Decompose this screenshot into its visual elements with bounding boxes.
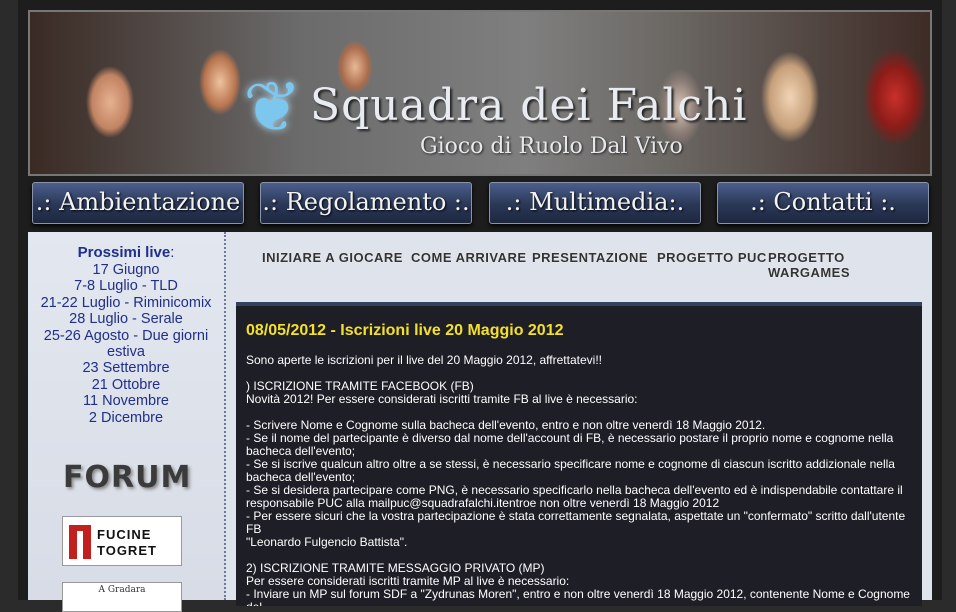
- sponsor-gradara-logo[interactable]: A Gradara: [62, 582, 182, 612]
- upcoming-live-heading: Prossimi live:: [28, 244, 224, 261]
- sub-nav: INIZIARE A GIOCARE COME ARRIVARE PRESENT…: [258, 250, 918, 280]
- nav-ambientazione[interactable]: .: Ambientazione :.: [32, 182, 244, 254]
- live-item: 23 Settembre: [82, 360, 170, 377]
- content-area: Prossimi live: 17 Giugno 7-8 Luglio - TL…: [28, 232, 932, 612]
- news-intro: Sono aperte le iscrizioni per il live de…: [246, 353, 602, 367]
- live-item: 21-22 Luglio - Riminicomix: [40, 294, 212, 311]
- fb-items: - Scrivere Nome e Cognome sulla bacheca …: [246, 419, 916, 549]
- banner-title: Squadra dei Falchi: [310, 80, 748, 131]
- banner-subtitle: Gioco di Ruolo Dal Vivo: [420, 134, 683, 159]
- subnav-progetto-wargames[interactable]: PROGETTO WARGAMES: [768, 250, 918, 280]
- upcoming-live-list: 17 Giugno 7-8 Luglio - TLD 21-22 Luglio …: [28, 262, 224, 426]
- mp-item: - Inviare un MP sul forum SDF a "Zydruna…: [246, 587, 910, 607]
- live-item: 2 Dicembre: [88, 409, 164, 426]
- eagle-logo-icon: ❦: [243, 68, 302, 146]
- news-box: 08/05/2012 - Iscrizioni live 20 Maggio 2…: [236, 302, 922, 606]
- upcoming-live-heading-text: Prossimi live: [77, 244, 171, 261]
- live-item: 25-26 Agosto - Due giorni: [43, 327, 209, 344]
- live-item: 28 Luglio - Serale: [69, 311, 183, 328]
- mp-section: 2) ISCRIZIONE TRAMITE MESSAGGIO PRIVATO …: [246, 562, 916, 607]
- subnav-progetto-puc[interactable]: PROGETTO PUC: [657, 250, 767, 265]
- live-item: estiva: [107, 344, 145, 361]
- nav-regolamento[interactable]: .: Regolamento :.: [260, 182, 472, 224]
- sponsor1-line2: TOGRET: [97, 543, 157, 558]
- sidebar: Prossimi live: 17 Giugno 7-8 Luglio - TL…: [28, 232, 226, 612]
- live-item: 21 Ottobre: [91, 376, 161, 393]
- site-banner[interactable]: ❦ Squadra dei Falchi Gioco di Ruolo Dal …: [28, 10, 932, 176]
- fb-item: "Leonardo Fulgencio Battista".: [246, 535, 408, 549]
- nav-multimedia[interactable]: .: Multimedia:.: [489, 182, 701, 224]
- sponsor1-line1: FUCINE: [97, 527, 152, 542]
- fb-item: - Per essere sicuri che la vostra partec…: [246, 509, 906, 536]
- live-item: 7-8 Luglio - TLD: [74, 278, 178, 295]
- fb-section: ) ISCRIZIONE TRAMITE FACEBOOK (FB) Novit…: [246, 380, 916, 406]
- news-title: 08/05/2012 - Iscrizioni live 20 Maggio 2…: [246, 322, 564, 339]
- news-body: Sono aperte le iscrizioni per il live de…: [246, 353, 916, 607]
- subnav-come-arrivare[interactable]: COME ARRIVARE: [411, 250, 527, 265]
- subnav-iniziare-a-giocare[interactable]: INIZIARE A GIOCARE: [262, 250, 403, 265]
- live-item: 11 Novembre: [83, 393, 169, 410]
- live-item: 17 Giugno: [92, 262, 160, 278]
- sponsor-fucine-togret-logo[interactable]: FUCINE TOGRET: [62, 516, 182, 566]
- togret-mark-icon: [69, 525, 91, 559]
- subnav-presentazione[interactable]: PRESENTAZIONE: [532, 250, 648, 265]
- forum-link[interactable]: FORUM: [63, 460, 190, 495]
- nav-contatti[interactable]: .: Contatti :.: [717, 182, 929, 224]
- main-nav: .: Ambientazione :. .: Regolamento :. .:…: [28, 180, 932, 254]
- upcoming-live-heading-colon: :: [170, 244, 175, 261]
- fb-subheading: Novità 2012! Per essere considerati iscr…: [246, 392, 638, 406]
